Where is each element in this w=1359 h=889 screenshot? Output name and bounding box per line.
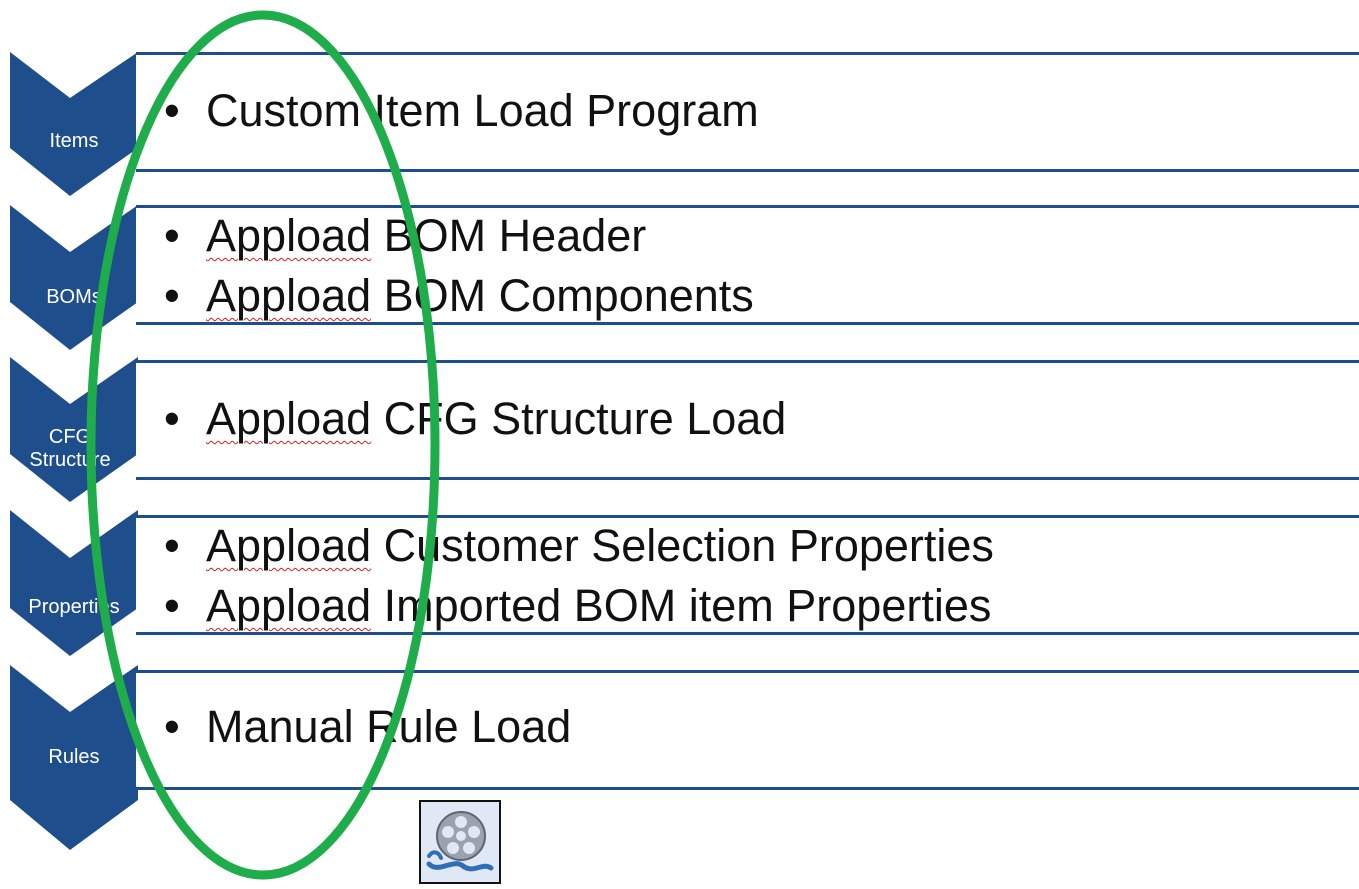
bullet-text: CFG Structure Load <box>371 393 787 444</box>
stage-label-items: Items <box>49 130 99 152</box>
chevron-boms <box>10 205 138 350</box>
chevron-items <box>10 52 138 196</box>
bullet-list: • Appload BOM Header • Appload BOM Compone… <box>164 206 754 326</box>
bullet-text: BOM Header <box>371 210 647 261</box>
stage-label-boms: BOMs <box>46 286 102 308</box>
misspelled-word: Appload <box>206 210 372 261</box>
bullet-item: • Manual Rule Load <box>164 697 571 757</box>
film-reel-icon[interactable] <box>419 800 501 884</box>
bullet-text: Customer Selection Properties <box>371 520 994 571</box>
bullet-list: • Manual Rule Load <box>164 697 571 757</box>
bullet-text: Custom Item Load Program <box>206 85 759 136</box>
stage-panel-properties: • Appload Customer Selection Properties •… <box>136 515 1359 635</box>
bullet-item: • Appload CFG Structure Load <box>164 389 786 449</box>
bullet-text: Imported BOM item Properties <box>371 580 992 631</box>
bullet-item: • Appload Imported BOM item Properties <box>164 576 994 636</box>
bullet-list: • Custom Item Load Program <box>164 81 759 141</box>
bullet-icon: • <box>164 210 180 261</box>
bullet-item: • Appload BOM Header <box>164 206 754 266</box>
stage-panel-cfg-structure: • Appload CFG Structure Load <box>136 360 1359 480</box>
chevron-properties <box>10 510 138 656</box>
bullet-icon: • <box>164 520 180 571</box>
bullet-icon: • <box>164 393 180 444</box>
bullet-icon: • <box>164 270 180 321</box>
stage-label-cfg-structure: CFG Structure <box>29 426 111 471</box>
stage-panel-rules: • Manual Rule Load <box>136 670 1359 790</box>
stage-label-properties: Properties <box>28 596 120 618</box>
bullet-icon: • <box>164 701 180 752</box>
bullet-icon: • <box>164 85 180 136</box>
stage-panel-boms: • Appload BOM Header • Appload BOM Compone… <box>136 205 1359 325</box>
misspelled-word: Appload <box>206 270 372 321</box>
misspelled-word: Appload <box>206 580 372 631</box>
bullet-item: • Appload BOM Components <box>164 266 754 326</box>
misspelled-word: Appload <box>206 393 372 444</box>
bullet-list: • Appload Customer Selection Properties •… <box>164 516 994 636</box>
bullet-item: • Custom Item Load Program <box>164 81 759 141</box>
stage-label-rules: Rules <box>48 746 100 768</box>
bullet-list: • Appload CFG Structure Load <box>164 389 786 449</box>
stage-panel-items: • Custom Item Load Program <box>136 52 1359 172</box>
misspelled-word: Appload <box>206 520 372 571</box>
bullet-icon: • <box>164 580 180 631</box>
bullet-text: Manual Rule Load <box>206 701 572 752</box>
bullet-text: BOM Components <box>371 270 754 321</box>
bullet-item: • Appload Customer Selection Properties <box>164 516 994 576</box>
